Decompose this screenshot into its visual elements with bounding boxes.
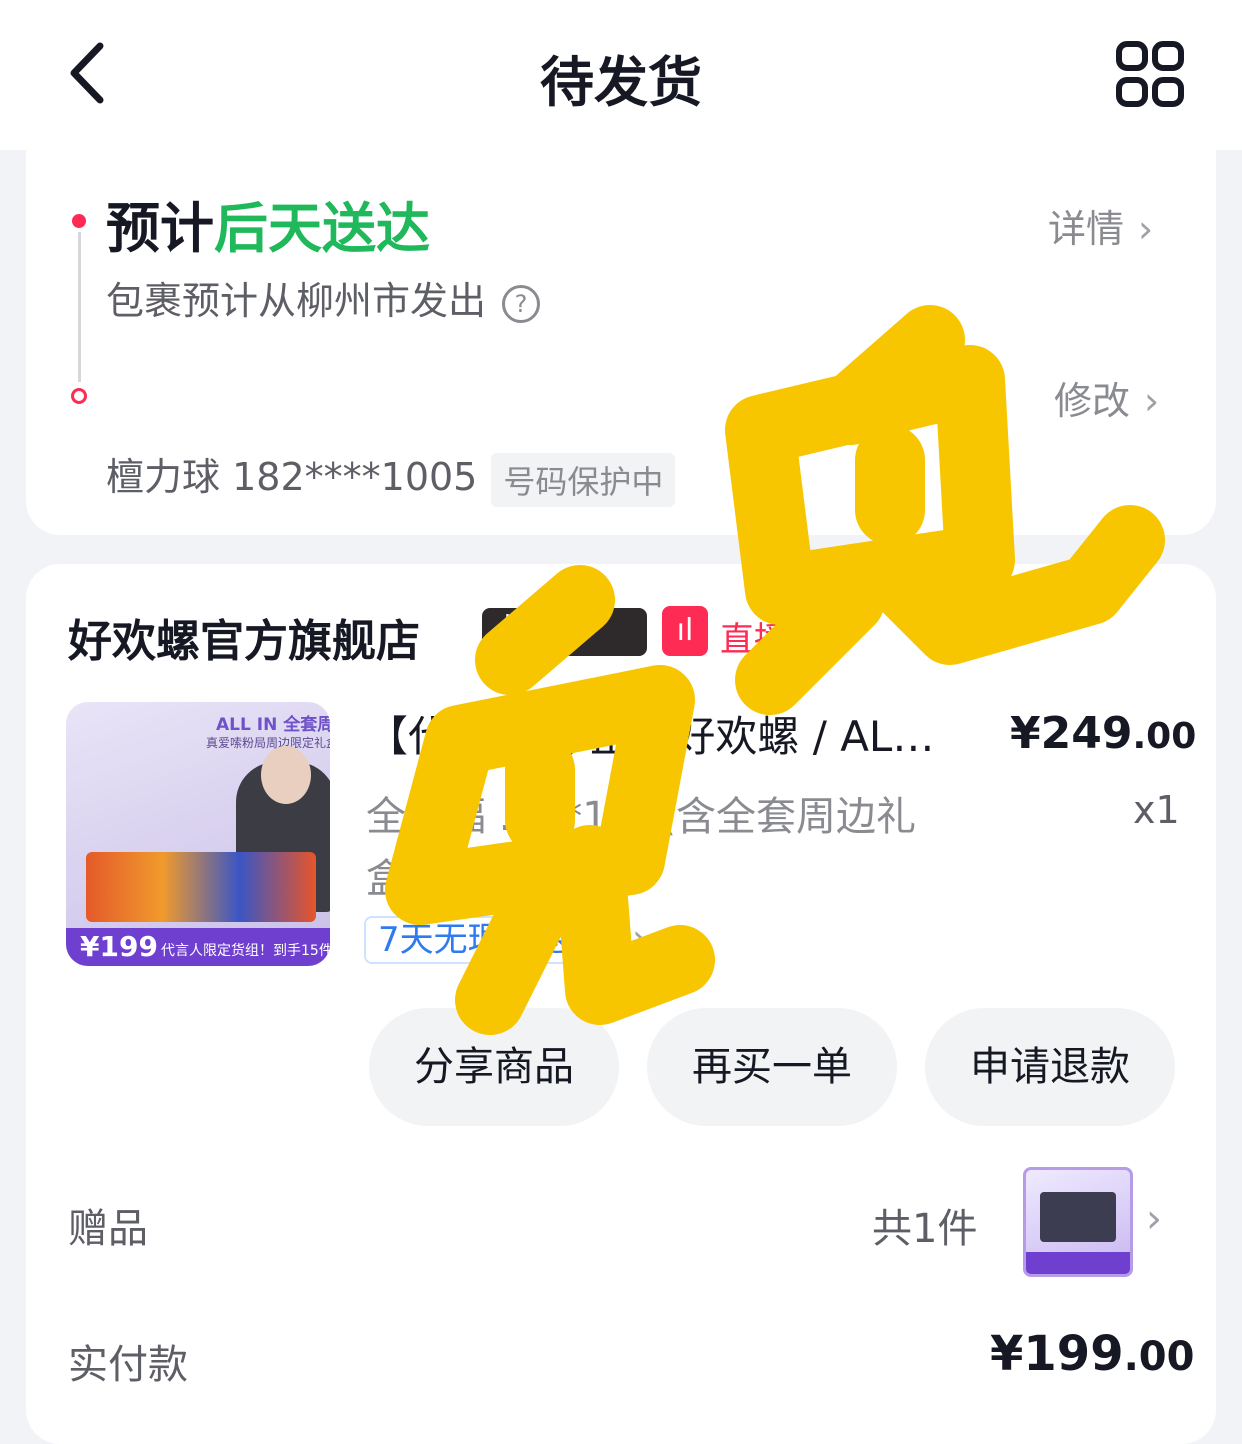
gift-label: 赠品 [68,1206,148,1252]
chevron-right-icon: › [1138,207,1154,251]
origin-text: 包裹预计从柳州市发出? [106,270,541,325]
paid-decimal: .00 [1123,1334,1195,1380]
paid-label: 实付款 [68,1342,188,1388]
thumb-banner: ALL IN 全套周边 [216,715,330,735]
live-icon: ıl [662,606,708,656]
rebuy-button[interactable]: 再买一单 [647,1008,897,1126]
paid-main: ¥199 [990,1326,1124,1382]
detail-link-label: 详情 [1048,207,1125,251]
price-decimal: .00 [1132,716,1197,757]
gift-count[interactable]: 共1件 [872,1196,977,1254]
question-icon[interactable]: ? [502,284,541,323]
product-price: ¥249.00 [1010,708,1196,759]
receiver-phone: 182****1005 [232,455,478,499]
eta-prefix: 预计 [106,197,214,260]
eta-text: 预计后天送达 [106,184,430,263]
product-thumbnail[interactable]: ALL IN 全套周边 真爱嗦粉局周边限定礼盒 ¥199 代言人限定货组！到手1… [66,702,330,966]
origin-label: 包裹预计从柳州市发出 [106,279,487,323]
thumb-sub: 真爱嗦粉局周边限定礼盒 [206,736,330,750]
thumb-text: 代言人限定货组！到手15件 [161,943,330,959]
chevron-right-icon: › [1144,379,1160,423]
product-spec: 全家福 ...g*1件 (含全套周边礼盒) [366,794,917,902]
timeline-ring [71,388,87,404]
price-main: ¥249 [1010,708,1133,759]
chevron-right-icon[interactable]: › [632,916,647,960]
thumb-price: ¥199 [80,930,158,963]
share-product-button[interactable]: 分享商品 [369,1008,619,1126]
product-title[interactable]: 【代言人货组】 好欢螺 / AL… [366,702,966,772]
gift-thumbnail[interactable] [1023,1167,1133,1277]
receiver-info: 檀力球 182****1005 号码保护中 [106,446,676,507]
refund-button[interactable]: 申请退款 [925,1008,1175,1126]
thumb-head-shape [261,746,311,804]
gift-box-shape [1040,1192,1116,1242]
product-quantity: x1 [1133,788,1180,832]
phone-protect-badge: 号码保护中 [491,452,676,507]
detail-link[interactable]: 详情 › [1048,198,1153,253]
edit-address-link[interactable]: 修改 › [1054,370,1159,425]
page-title: 待发货 [540,51,702,114]
timeline-dot [72,214,86,228]
thumb-products-shape [86,852,316,922]
chevron-right-icon[interactable]: › [1146,1196,1162,1242]
platform-badge: 抖 [482,608,647,656]
timeline-line [78,232,81,382]
eta-highlight: 后天送达 [214,197,430,260]
gift-band-shape [1026,1252,1130,1274]
store-name[interactable]: 好欢螺官方旗舰店 [68,605,420,669]
order-card [26,564,1216,1444]
paid-amount: ¥199.00 [990,1326,1194,1382]
receiver-name: 檀力球 [106,455,221,499]
return-policy-tag[interactable]: 7天无理由退货 [364,916,618,964]
grid-icon[interactable] [1115,40,1185,108]
live-label: 直播 [720,620,788,660]
edit-link-label: 修改 [1054,379,1131,423]
